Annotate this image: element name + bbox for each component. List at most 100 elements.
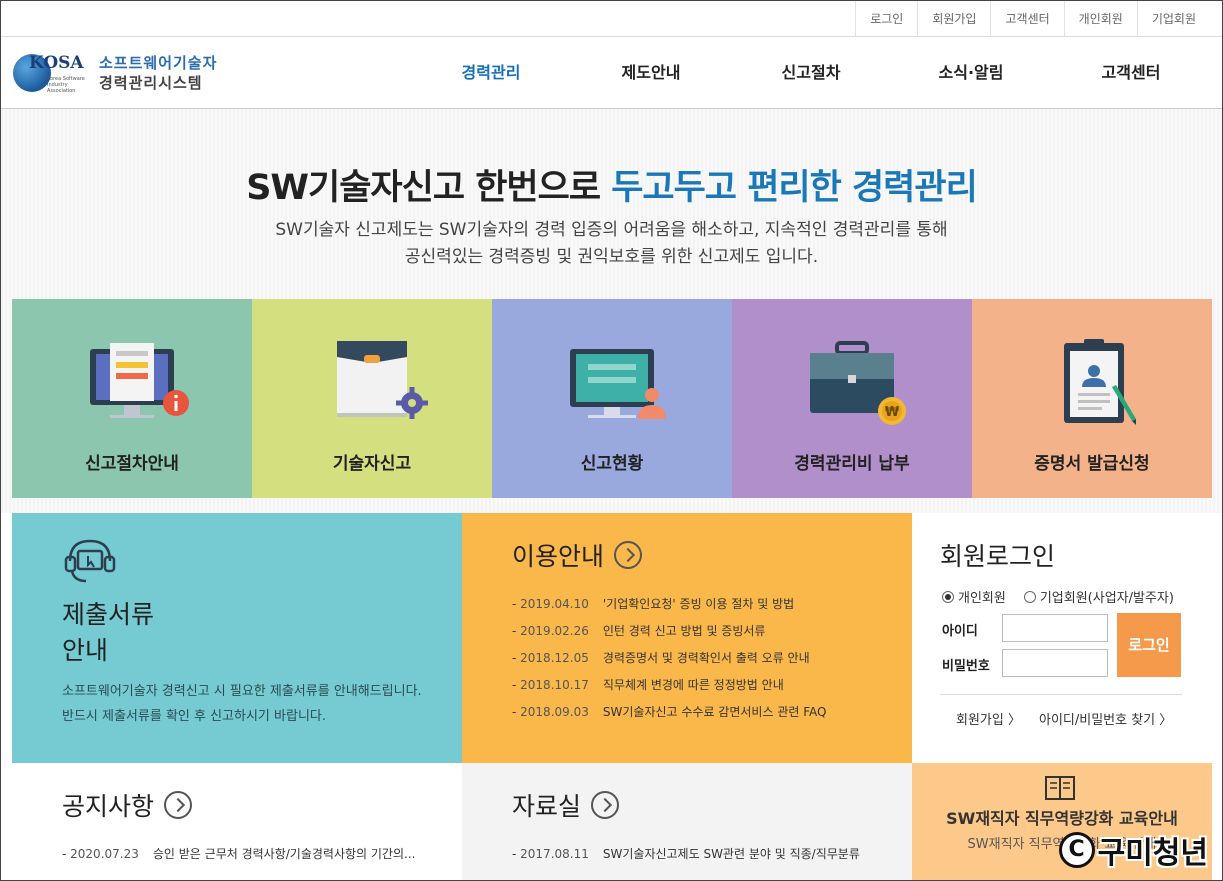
hero-title-main: SW기술자신고 한번으로 <box>246 168 612 208</box>
browser-frame: 로그인 회원가입 고객센터 개인회원 기업회원 KOSA Korea Softw… <box>0 0 1223 881</box>
copyright-watermark: C 구미청년 <box>1058 828 1208 872</box>
quick-menu-tiles: 신고절차안내 기술자신고 신고현황 ₩ 경력관리비 납부 증명서 발급신청 <box>12 299 1212 498</box>
headset-icon <box>64 539 116 583</box>
radio-company[interactable]: 기업회원(사업자/발주자) <box>1023 587 1174 606</box>
guide-title-text: 이용안내 <box>512 542 605 571</box>
briefcase-won-icon: ₩ <box>810 341 906 425</box>
item-title: 승인 받은 근무처 경력사항/기술경력사항의 기간의... <box>152 847 416 861</box>
hero-title: SW기술자신고 한번으로 두고두고 편리한 경력관리 <box>1 159 1222 210</box>
submission-docs-box[interactable]: 제출서류 안내 소프트웨어기술자 경력신고 시 필요한 제출서류를 안내해드립니… <box>12 513 462 763</box>
util-support-link[interactable]: 고객센터 <box>990 1 1063 37</box>
notice-box: 공지사항 - 2020.07.23 승인 받은 근무처 경력사항/기술경력사항의 … <box>12 763 462 880</box>
nav-support[interactable]: 고객센터 <box>1051 37 1211 109</box>
radio-personal-label: 개인회원 <box>958 591 1006 606</box>
tile-fee-payment[interactable]: ₩ 경력관리비 납부 <box>732 299 972 498</box>
notice-title-text: 공지사항 <box>62 792 155 821</box>
item-title: SW기술자신고 수수료 감면서비스 관련 FAQ <box>602 705 827 719</box>
password-input[interactable] <box>1002 649 1108 677</box>
item-date: 2018.10.17 <box>520 678 589 692</box>
tile-label: 증명서 발급신청 <box>1034 454 1150 474</box>
tile-label: 경력관리비 납부 <box>794 454 910 474</box>
hero-desc-line1: SW기술자 신고제도는 SW기술자의 경력 입증의 어려움을 해소하고, 지속적… <box>275 220 948 240</box>
find-account-link[interactable]: 아이디/비밀번호 찾기 〉 <box>1039 709 1172 728</box>
data-room-list: - 2017.08.11 SW기술자신고제도 SW관련 분야 및 직종/직무분류 <box>512 841 860 868</box>
logo-sub-text: Korea Software Industry Association <box>47 76 85 94</box>
docs-title: 제출서류 안내 <box>62 597 154 669</box>
nav-news[interactable]: 소식·알림 <box>891 37 1051 109</box>
guide-list: - 2019.04.10 '기업확인요청' 증빙 이용 절차 및 방법 - 201… <box>512 591 826 726</box>
login-title: 회원로그인 <box>940 542 1056 571</box>
login-divider <box>940 694 1182 695</box>
nav-procedure[interactable]: 신고절차 <box>731 37 891 109</box>
nav-system[interactable]: 제도안내 <box>571 37 731 109</box>
tile-procedure-guide[interactable]: 신고절차안내 <box>12 299 252 498</box>
sw-training-title: SW재직자 직무역량강화 교육안내 <box>946 809 1178 828</box>
list-item[interactable]: - 2019.02.26 인턴 경력 신고 방법 및 증빙서류 <box>512 618 826 645</box>
nav-career[interactable]: 경력관리 <box>411 37 571 109</box>
clipboard-profile-icon <box>1064 339 1136 425</box>
usage-guide-box: 이용안내 - 2019.04.10 '기업확인요청' 증빙 이용 절차 및 방법 … <box>462 513 912 763</box>
item-date: 2019.04.10 <box>520 597 589 611</box>
item-date: 2018.12.05 <box>520 651 589 665</box>
item-title: 경력증명서 및 경력확인서 출력 오류 안내 <box>602 651 810 665</box>
util-join-link[interactable]: 회원가입 <box>917 1 990 37</box>
list-item[interactable]: - 2019.04.10 '기업확인요청' 증빙 이용 절차 및 방법 <box>512 591 826 618</box>
password-label: 비밀번호 <box>942 659 990 674</box>
tile-report-status[interactable]: 신고현황 <box>492 299 732 498</box>
item-title: 인턴 경력 신고 방법 및 증빙서류 <box>602 624 766 638</box>
guide-title: 이용안내 <box>512 537 643 573</box>
notice-title: 공지사항 <box>62 787 193 823</box>
member-type-radios: 개인회원 기업회원(사업자/발주자) <box>942 587 1192 606</box>
util-personal-link[interactable]: 개인회원 <box>1063 1 1137 37</box>
main-nav: 경력관리 제도안내 신고절차 소식·알림 고객센터 <box>411 37 1211 109</box>
docs-desc-line1: 소프트웨어기술자 경력신고 시 필요한 제출서류를 안내해드립니다. <box>62 684 422 699</box>
tile-certificate-request[interactable]: 증명서 발급신청 <box>972 299 1212 498</box>
item-title: 직무체계 변경에 따른 정정방법 안내 <box>602 678 784 692</box>
docs-description: 소프트웨어기술자 경력신고 시 필요한 제출서류를 안내해드립니다. 반드시 제… <box>62 679 422 729</box>
hero-desc-line2: 공신력있는 경력증빙 및 권익보호를 위한 신고제도 입니다. <box>404 247 819 267</box>
data-room-more-arrow-icon[interactable] <box>591 791 620 819</box>
logo-kosa-text: KOSA <box>29 53 84 73</box>
list-item[interactable]: - 2018.09.03 SW기술자신고 수수료 감면서비스 관련 FAQ <box>512 699 826 726</box>
tile-label: 기술자신고 <box>332 454 412 474</box>
radio-company-dot[interactable] <box>1023 590 1036 603</box>
login-links: 회원가입 〉 아이디/비밀번호 찾기 〉 <box>956 709 1190 728</box>
data-room-box: 자료실 - 2017.08.11 SW기술자신고제도 SW관련 분야 및 직종/직… <box>462 763 912 880</box>
radio-personal-dot[interactable] <box>942 590 954 603</box>
box-gear-icon <box>337 341 428 419</box>
id-input[interactable] <box>1002 614 1108 642</box>
site-header: KOSA Korea Software Industry Association… <box>1 37 1222 109</box>
notice-more-arrow-icon[interactable] <box>164 791 193 819</box>
util-company-link[interactable]: 기업회원 <box>1136 1 1210 37</box>
join-link[interactable]: 회원가입 〉 <box>956 709 1021 728</box>
item-date: 2019.02.26 <box>520 624 589 638</box>
book-icon <box>1045 776 1075 800</box>
util-login-link[interactable]: 로그인 <box>855 1 917 37</box>
tile-label: 신고현황 <box>580 454 644 474</box>
data-room-title: 자료실 <box>512 787 620 823</box>
list-item[interactable]: - 2018.12.05 경력증명서 및 경력확인서 출력 오류 안내 <box>512 645 826 672</box>
utility-bar: 로그인 회원가입 고객센터 개인회원 기업회원 <box>1 1 1222 37</box>
list-item[interactable]: - 2018.10.17 직무체계 변경에 따른 정정방법 안내 <box>512 672 826 699</box>
docs-title-line1: 제출서류 <box>62 600 155 629</box>
item-title: SW기술자신고제도 SW관련 분야 및 직종/직무분류 <box>602 847 860 861</box>
item-date: 2018.09.03 <box>520 705 589 719</box>
hero-section: SW기술자신고 한번으로 두고두고 편리한 경력관리 SW기술자 신고제도는 S… <box>1 109 1222 513</box>
list-item[interactable]: - 2020.07.23 승인 받은 근무처 경력사항/기술경력사항의 기간의..… <box>62 841 415 868</box>
list-item[interactable]: - 2017.08.11 SW기술자신고제도 SW관련 분야 및 직종/직무분류 <box>512 841 860 868</box>
item-date: 2020.07.23 <box>70 847 139 861</box>
monitor-info-icon <box>90 343 189 418</box>
logo-title-line2: 경력관리시스템 <box>99 74 203 92</box>
site-logo[interactable]: KOSA Korea Software Industry Association… <box>11 50 217 96</box>
tile-label: 신고절차안내 <box>85 454 179 474</box>
notice-list: - 2020.07.23 승인 받은 근무처 경력사항/기술경력사항의 기간의..… <box>62 841 415 868</box>
radio-company-label: 기업회원(사업자/발주자) <box>1039 591 1174 606</box>
guide-more-arrow-icon[interactable] <box>614 541 643 569</box>
logo-title: 소프트웨어기술자 경력관리시스템 <box>99 53 217 93</box>
radio-personal[interactable]: 개인회원 <box>942 587 1006 606</box>
logo-title-line1: 소프트웨어기술자 <box>99 54 218 72</box>
login-button[interactable]: 로그인 <box>1117 613 1181 677</box>
docs-desc-line2: 반드시 제출서류를 확인 후 신고하시기 바랍니다. <box>62 709 326 724</box>
tile-engineer-report[interactable]: 기술자신고 <box>252 299 492 498</box>
watermark-text: 구미청년 <box>1097 836 1208 871</box>
